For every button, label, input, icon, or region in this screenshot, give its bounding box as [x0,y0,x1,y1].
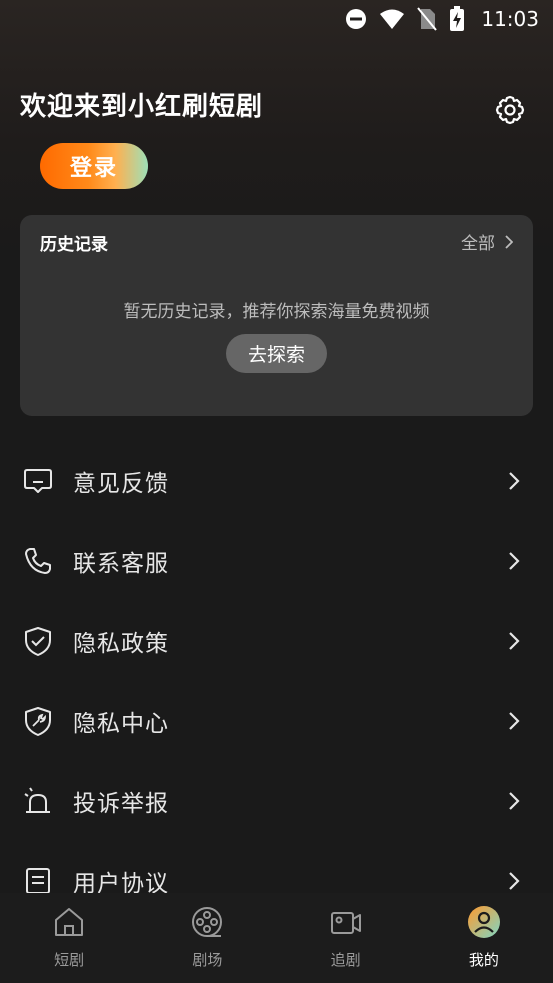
phone-icon [25,548,51,574]
menu-item-label: 隐私中心 [73,711,169,737]
chevron-right-icon [509,552,520,570]
login-button[interactable]: 登录 [40,143,148,189]
tab-label: 我的 [468,951,499,969]
do-not-disturb-icon [346,9,367,29]
user-avatar-icon [467,906,500,938]
menu-item-feedback[interactable]: 意见反馈 [0,441,553,521]
menu-list: 意见反馈 联系客服 隐私政策 隐私中心 投诉举报 用户协议 [0,441,553,921]
menu-item-customer-service[interactable]: 联系客服 [0,521,553,601]
history-card: 历史记录 全部 暂无历史记录，推荐你探索海量免费视频 去探索 [20,215,533,416]
no-sim-icon [417,7,438,31]
chevron-right-icon [505,234,513,249]
wifi-icon [380,9,405,29]
menu-item-label: 联系客服 [73,551,169,577]
home-icon [55,908,84,936]
menu-item-label: 投诉举报 [73,791,169,817]
menu-item-report[interactable]: 投诉举报 [0,761,553,841]
chevron-right-icon [509,632,520,650]
tab-theater[interactable]: 剧场 [138,893,276,983]
battery-charging-icon [450,6,465,31]
menu-item-privacy-policy[interactable]: 隐私政策 [0,601,553,681]
tab-short-drama[interactable]: 短剧 [0,893,138,983]
chevron-right-icon [509,712,520,730]
menu-item-privacy-center[interactable]: 隐私中心 [0,681,553,761]
explore-button[interactable]: 去探索 [226,334,327,373]
tab-label: 追剧 [330,951,361,969]
history-title: 历史记录 [40,235,108,255]
tab-label: 短剧 [54,951,85,969]
shield-check-icon [25,627,51,656]
chevron-right-icon [509,872,520,890]
history-empty-text: 暂无历史记录，推荐你探索海量免费视频 [123,302,430,322]
welcome-title: 欢迎来到小红刷短剧 [20,92,264,122]
alarm-icon [24,787,50,813]
gear-icon[interactable] [494,94,526,126]
tab-following[interactable]: 追剧 [277,893,415,983]
status-time: 11:03 [481,7,539,31]
chevron-right-icon [509,472,520,490]
menu-item-label: 意见反馈 [73,471,169,497]
tab-label: 剧场 [192,951,223,969]
status-bar: 11:03 [0,0,553,38]
menu-item-label: 隐私政策 [73,631,169,657]
shield-wrench-icon [25,707,51,736]
history-all-link[interactable]: 全部 [461,229,513,254]
video-camera-icon [330,912,361,934]
history-all-label: 全部 [461,234,495,254]
film-reel-icon [192,907,223,937]
feedback-icon [24,469,52,493]
chevron-right-icon [509,792,520,810]
tab-mine[interactable]: 我的 [415,893,553,983]
bottom-tab-bar: 短剧 剧场 追剧 我的 [0,893,553,983]
